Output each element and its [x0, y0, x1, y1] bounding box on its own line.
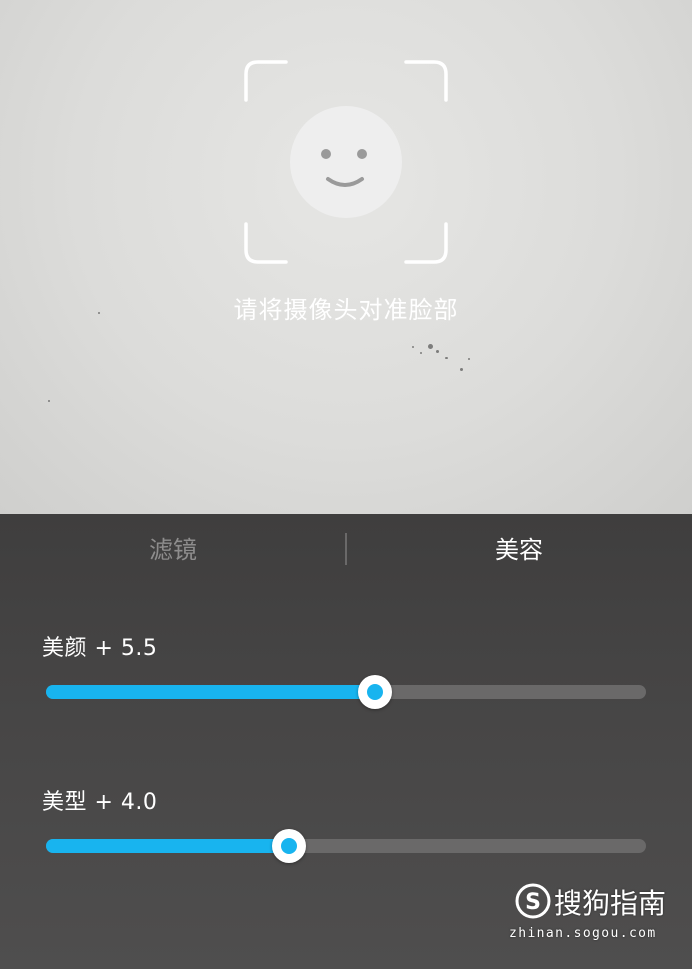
sogou-watermark: S 搜狗指南 zhinan.sogou.com [509, 880, 675, 960]
slider-thumb[interactable] [271, 829, 306, 863]
slider-thumb[interactable] [357, 675, 392, 709]
slider-fill [46, 839, 289, 853]
tab-filter[interactable]: 滤镜 [0, 534, 346, 566]
tab-bar: 滤镜 美容 [0, 514, 692, 586]
smooth-slider-label: 美颜 + 5.5 [42, 636, 158, 661]
svg-text:S: S [525, 890, 541, 915]
tab-beauty[interactable]: 美容 [346, 534, 692, 566]
face-align-hint: 请将摄像头对准脸部 [233, 296, 459, 324]
slider-thumb-dot [366, 684, 383, 700]
camera-preview: 请将摄像头对准脸部 [0, 0, 692, 514]
sogou-s-logo: S [515, 883, 551, 919]
slider-fill [46, 685, 375, 699]
shape-slider-label: 美型 + 4.0 [42, 790, 158, 815]
watermark-name: 搜狗指南 [554, 887, 667, 920]
watermark-url: zhinan.sogou.com [509, 926, 657, 941]
smiley-face-icon [290, 106, 402, 218]
smooth-slider[interactable] [46, 672, 646, 712]
shape-slider[interactable] [46, 826, 646, 866]
slider-thumb-dot [280, 838, 297, 854]
